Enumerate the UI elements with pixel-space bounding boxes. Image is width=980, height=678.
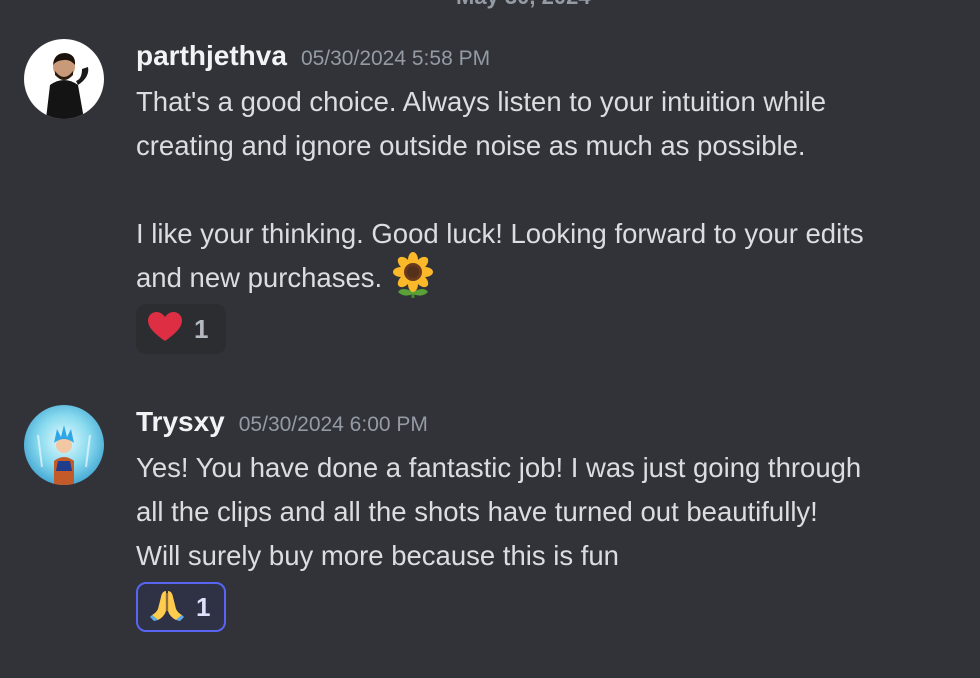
reaction-button[interactable]: 1 <box>136 304 226 354</box>
message-content: Yes! You have done a fantastic job! I wa… <box>136 446 966 578</box>
reaction-count: 1 <box>194 313 209 344</box>
message-line-with-emoji: and new purchases. <box>136 252 966 300</box>
message-line: That's a good choice. Always listen to y… <box>136 86 827 117</box>
avatar[interactable] <box>24 39 104 119</box>
date-divider-label: May 30, 2024 <box>456 0 591 10</box>
reaction-count: 1 <box>196 591 211 622</box>
sunflower-icon <box>390 252 436 298</box>
username[interactable]: Trysxy <box>136 406 225 437</box>
message-line-blank <box>136 168 966 212</box>
timestamp: 05/30/2024 5:58 PM <box>300 47 491 70</box>
username[interactable]: parthjethva <box>136 40 287 71</box>
reaction-button-active[interactable]: 1 <box>136 582 226 632</box>
avatar[interactable] <box>24 405 104 485</box>
message-line-text: and new purchases. <box>136 262 383 293</box>
message-header: parthjethva 05/30/2024 5:58 PM <box>136 40 490 72</box>
user-avatar-image <box>24 39 104 119</box>
message-line: Will surely buy more because this is fun <box>136 540 619 571</box>
folded-hands-icon <box>150 589 184 626</box>
message-line: all the clips and all the shots have tur… <box>136 496 818 527</box>
heart-icon <box>148 311 182 347</box>
date-divider: May 30, 2024 <box>0 0 980 10</box>
message-header: Trysxy 05/30/2024 6:00 PM <box>136 406 428 438</box>
message-line: creating and ignore outside noise as muc… <box>136 130 806 161</box>
timestamp: 05/30/2024 6:00 PM <box>238 413 428 436</box>
user-avatar-image <box>24 405 104 485</box>
message-line: I like your thinking. Good luck! Looking… <box>136 218 864 249</box>
message-content: That's a good choice. Always listen to y… <box>136 80 966 300</box>
message-line: Yes! You have done a fantastic job! I wa… <box>136 452 862 483</box>
